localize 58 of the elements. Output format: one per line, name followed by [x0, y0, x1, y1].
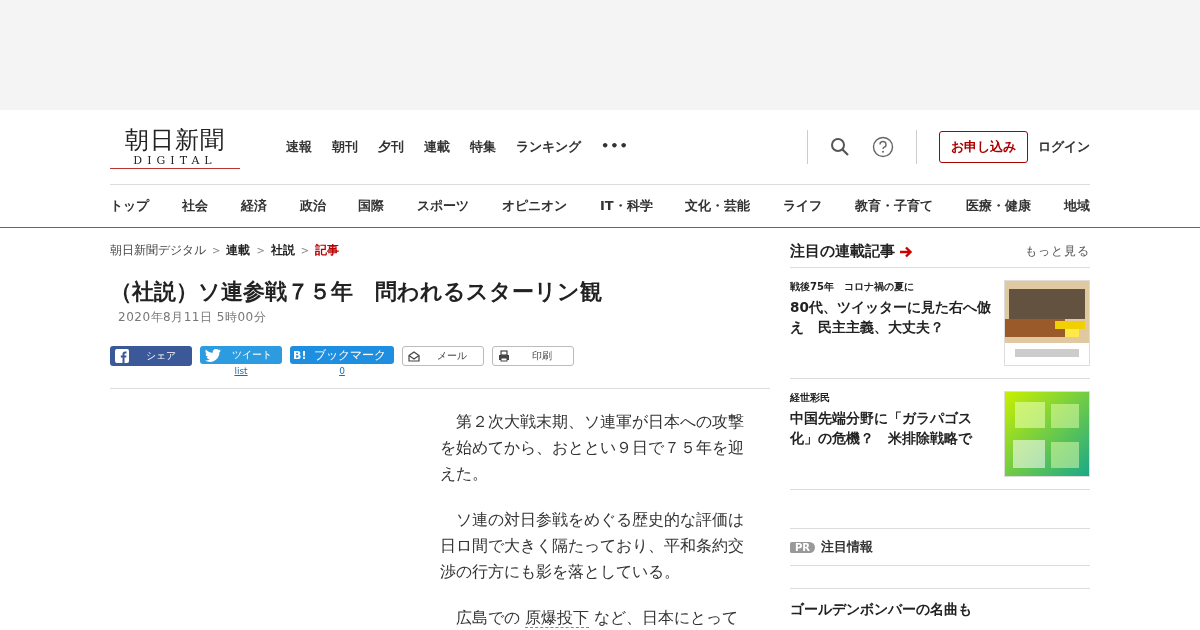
article-date: 2020年8月11日 5時00分	[118, 309, 268, 326]
section-heading: 注目の連載記事	[790, 242, 895, 261]
login-link[interactable]: ログイン	[1038, 138, 1090, 156]
breadcrumb-link[interactable]: 社説	[270, 242, 295, 259]
share-count[interactable]: 0	[339, 366, 345, 376]
search-icon[interactable]	[830, 137, 850, 157]
section-heading: 注目情報	[821, 538, 874, 556]
category-tab[interactable]: 国際	[358, 197, 385, 215]
category-tab[interactable]: オピニオン	[502, 197, 568, 215]
series-label: 経世彩民	[790, 391, 831, 405]
logo[interactable]: 朝日新聞 DIGITAL	[110, 125, 240, 169]
nav-link[interactable]: 朝刊	[332, 138, 358, 156]
breadcrumb-separator-icon: >	[212, 245, 221, 256]
article-link[interactable]: 80代、ツイッターに見た右へ倣え 民主主義、大丈夫？	[790, 297, 996, 337]
breadcrumb-link[interactable]: 朝日新聞デジタル	[110, 242, 206, 259]
nav-link[interactable]: 夕刊	[378, 138, 404, 156]
breadcrumb-separator-icon: >	[256, 245, 265, 256]
breadcrumb-link[interactable]: 連載	[226, 242, 251, 259]
category-tab[interactable]: IT・科学	[599, 197, 653, 215]
category-tab[interactable]: スポーツ	[417, 197, 470, 215]
article-title: （社説）ソ連参戦７５年 問われるスターリン観	[110, 278, 603, 306]
breadcrumb-link[interactable]: 記事	[315, 242, 340, 259]
category-tab[interactable]: 経済	[240, 197, 267, 215]
help-icon[interactable]	[872, 136, 894, 158]
nav-link[interactable]: 連載	[424, 138, 450, 156]
nav-link[interactable]: 特集	[470, 138, 496, 156]
share-button[interactable]: 印刷	[492, 346, 574, 366]
category-tab[interactable]: 地域	[1063, 197, 1090, 215]
category-tab[interactable]: トップ	[110, 197, 149, 215]
article-paragraph: 広島での 原爆投下 など、日本にとって	[455, 608, 739, 630]
category-tab[interactable]: 社会	[181, 197, 208, 215]
breadcrumb-separator-icon: >	[300, 245, 310, 256]
more-link[interactable]: もっと見る	[1025, 243, 1090, 260]
keyword-link[interactable]: 原爆投下	[524, 609, 589, 628]
promo-title[interactable]: ゴールデンボンバーの名曲も	[790, 601, 1090, 619]
article-paragraph: 第２次大戦末期、ソ連軍が日本への攻撃を始めてから、おととい９日で７５年を迎えた。	[440, 412, 745, 485]
bird-icon	[205, 348, 221, 362]
hatena-icon: B!	[293, 348, 307, 362]
category-tab[interactable]: 教育・子育て	[855, 197, 934, 215]
share-button[interactable]: メール	[402, 346, 484, 366]
nav-link[interactable]: ランキング	[516, 138, 581, 156]
series-label: 戦後75年 コロナ禍の夏に	[790, 280, 915, 294]
category-tab[interactable]: ライフ	[783, 197, 823, 215]
facebook-icon	[115, 349, 129, 363]
more-button[interactable]: •••	[601, 138, 629, 156]
article-paragraph: ソ連の対日参戦をめぐる歴史的な評価は日ロ間で大きく隔たっており、平和条約交渉の行方にも影を落としている。	[440, 510, 745, 583]
share-count[interactable]: list	[234, 366, 248, 376]
envelope-icon	[408, 350, 420, 362]
nav-link[interactable]: 速報	[286, 138, 312, 156]
category-tab[interactable]: 政治	[299, 197, 326, 215]
category-tab[interactable]: 医療・健康	[966, 197, 1031, 215]
pr-badge: PR	[790, 541, 816, 553]
category-tab[interactable]: 文化・芸能	[685, 197, 751, 215]
article-link[interactable]: 中国先端分野に「ガラパゴス化」の危機？ 米排除戦略で	[790, 408, 996, 448]
subscribe-button[interactable]: お申し込み	[939, 131, 1028, 163]
arrow-icon[interactable]	[899, 245, 913, 258]
printer-icon	[498, 350, 510, 362]
share-button[interactable]: シェア	[110, 346, 192, 366]
